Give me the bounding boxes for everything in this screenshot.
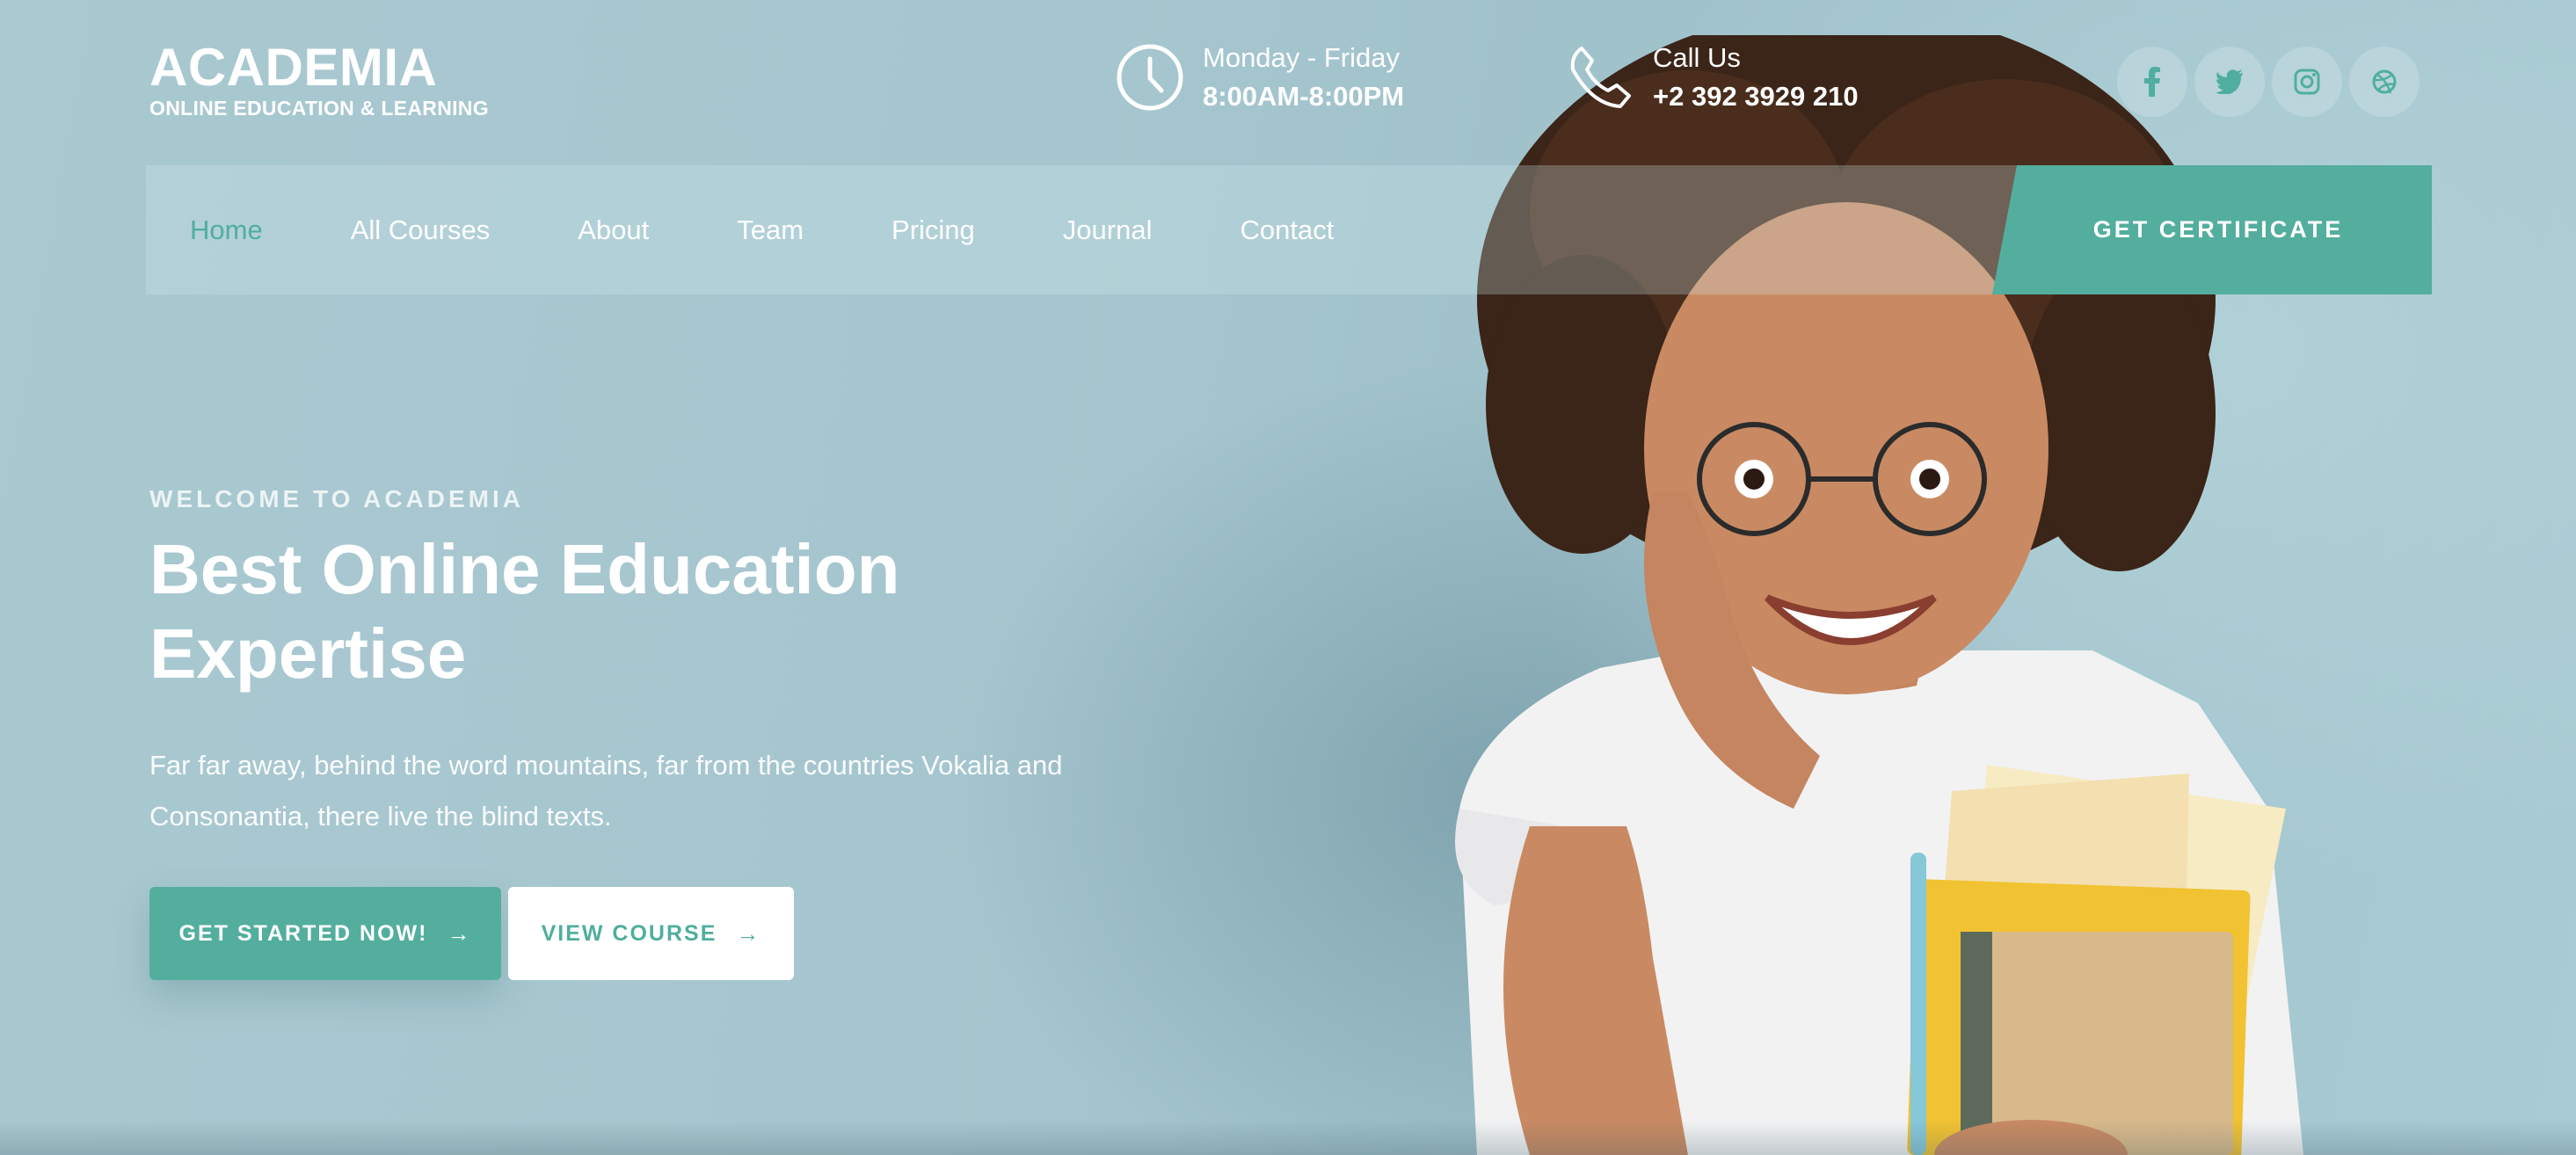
clock-icon xyxy=(1115,42,1185,113)
hours-days: Monday - Friday xyxy=(1203,42,1400,73)
phone-icon xyxy=(1565,42,1635,113)
main-navigation: Home All Courses About Team Pricing Jour… xyxy=(146,165,2432,294)
twitter-icon[interactable] xyxy=(2194,47,2265,117)
facebook-icon[interactable] xyxy=(2117,47,2187,117)
nav-item-team[interactable]: Team xyxy=(737,214,804,246)
view-course-button[interactable]: VIEW COURSE → xyxy=(508,887,794,980)
brand-logo[interactable]: ACADEMIA ONLINE EDUCATION & LEARNING xyxy=(149,37,489,120)
social-links xyxy=(2117,47,2427,117)
nav-item-home[interactable]: Home xyxy=(190,214,263,246)
arrow-right-icon: → xyxy=(447,919,472,947)
get-certificate-button[interactable]: GET CERTIFICATE xyxy=(1992,165,2432,294)
opening-hours: Monday - Friday 8:00AM-8:00PM xyxy=(1115,39,1404,116)
get-started-label: GET STARTED NOW! xyxy=(178,920,428,946)
dribbble-icon[interactable] xyxy=(2349,47,2420,117)
bottom-shadow xyxy=(0,1120,2576,1155)
nav-menu: Home All Courses About Team Pricing Jour… xyxy=(190,165,1422,294)
nav-item-about[interactable]: About xyxy=(578,214,649,246)
view-course-label: VIEW COURSE xyxy=(541,920,717,946)
call-number[interactable]: +2 392 3929 210 xyxy=(1653,77,1859,116)
brand-tagline: ONLINE EDUCATION & LEARNING xyxy=(149,97,489,120)
nav-item-contact[interactable]: Contact xyxy=(1240,214,1334,246)
nav-item-journal[interactable]: Journal xyxy=(1063,214,1153,246)
nav-item-pricing[interactable]: Pricing xyxy=(891,214,975,246)
hero-headline: Best Online Education Expertise xyxy=(149,530,900,693)
brand-name: ACADEMIA xyxy=(149,38,438,97)
nav-item-all-courses[interactable]: All Courses xyxy=(351,214,491,246)
get-started-button[interactable]: GET STARTED NOW! → xyxy=(149,887,501,980)
hours-time: 8:00AM-8:00PM xyxy=(1203,81,1405,112)
call-label: Call Us xyxy=(1653,42,1741,73)
instagram-icon[interactable] xyxy=(2272,47,2342,117)
call-us: Call Us +2 392 3929 210 xyxy=(1565,39,1859,116)
hero-description: Far far away, behind the word mountains,… xyxy=(149,750,1063,832)
arrow-right-icon: → xyxy=(736,919,761,947)
hero-eyebrow: WELCOME TO ACADEMIA xyxy=(149,485,524,512)
